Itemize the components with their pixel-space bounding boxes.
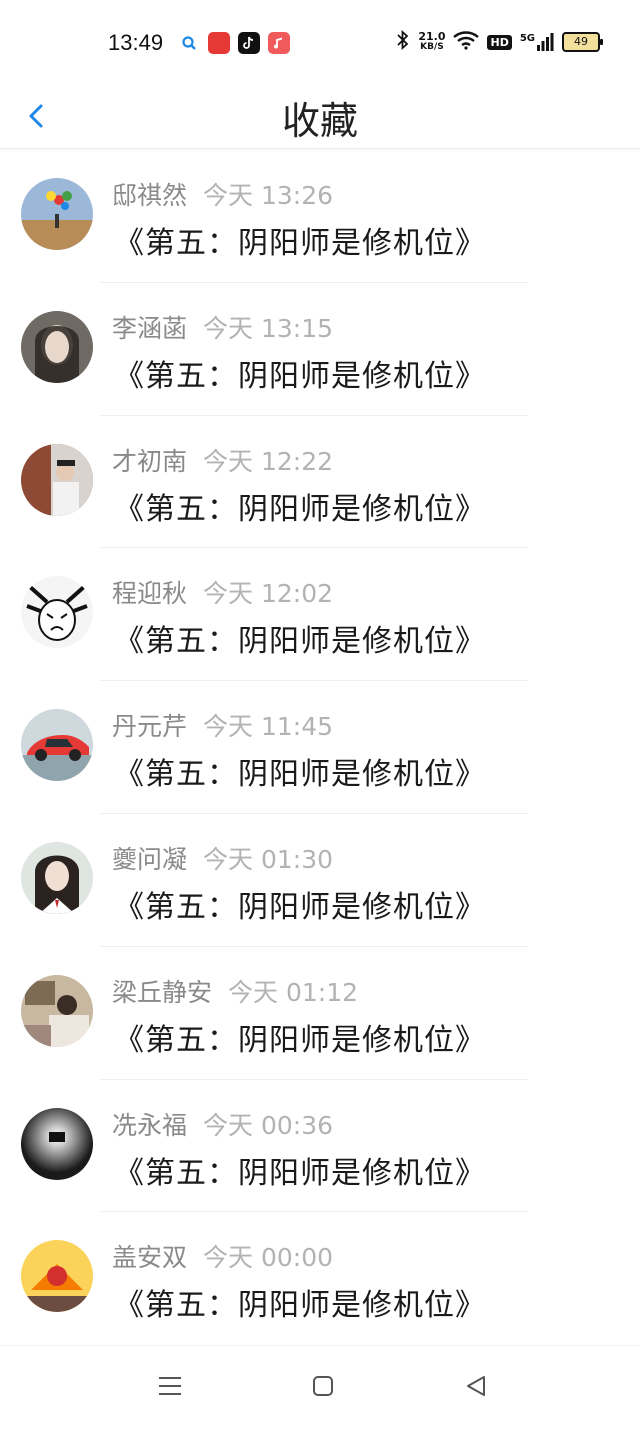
author-name: 李涵菡 xyxy=(112,313,188,343)
item-time: 今天 12:02 xyxy=(203,579,334,609)
favorite-item[interactable]: 邸祺然 今天 13:26 《第五：阴阳师是修机位》 xyxy=(0,150,640,283)
item-meta: 才初南 今天 12:22 xyxy=(112,442,333,478)
signal-label: 5G xyxy=(519,33,535,44)
author-name: 盖安双 xyxy=(112,1243,188,1273)
menu-button[interactable] xyxy=(150,1366,190,1406)
avatar[interactable] xyxy=(21,841,93,914)
favorites-list: 邸祺然 今天 13:26 《第五：阴阳师是修机位》 李涵菡 今天 13:15 《第五… xyxy=(0,150,640,1345)
favorite-item[interactable]: 梁丘静安 今天 01:12 《第五：阴阳师是修机位》 xyxy=(0,947,640,1080)
network-speed-unit: KB/S xyxy=(420,42,444,52)
item-meta: 邸祺然 今天 13:26 xyxy=(112,176,333,212)
home-square-icon xyxy=(313,1376,333,1396)
search-icon xyxy=(178,32,200,54)
author-name: 梁丘静安 xyxy=(112,977,213,1007)
item-content: 《第五：阴阳师是修机位》 xyxy=(114,624,486,660)
home-button[interactable] xyxy=(303,1366,343,1406)
item-content: 《第五：阴阳师是修机位》 xyxy=(114,358,486,394)
item-meta: 李涵菡 今天 13:15 xyxy=(112,309,333,345)
bluetooth-icon xyxy=(396,29,410,54)
item-meta: 梁丘静安 今天 01:12 xyxy=(112,973,358,1009)
avatar[interactable] xyxy=(21,1107,93,1180)
favorite-item[interactable]: 才初南 今天 12:22 《第五：阴阳师是修机位》 xyxy=(0,416,640,549)
author-name: 夔问凝 xyxy=(112,844,188,874)
news-app-icon xyxy=(208,32,230,54)
item-content: 《第五：阴阳师是修机位》 xyxy=(114,491,486,527)
favorite-item[interactable]: 盖安双 今天 00:00 《第五：阴阳师是修机位》 xyxy=(0,1212,640,1345)
item-content: 《第五：阴阳师是修机位》 xyxy=(114,226,486,261)
status-bar: 13:49 21.0 KB/S HD 5G 49 xyxy=(0,0,640,84)
item-content: 《第五：阴阳师是修机位》 xyxy=(114,1155,486,1191)
favorite-item[interactable]: 冼永福 今天 00:36 《第五：阴阳师是修机位》 xyxy=(0,1080,640,1213)
wifi-icon xyxy=(453,30,480,54)
item-meta: 盖安双 今天 00:00 xyxy=(112,1238,333,1274)
avatar[interactable] xyxy=(21,709,93,782)
page-title: 收藏 xyxy=(281,99,358,143)
signal-indicator: 5G xyxy=(520,33,554,51)
network-speed-value: 21.0 xyxy=(418,30,446,43)
favorite-item[interactable]: 丹元芹 今天 11:45 《第五：阴阳师是修机位》 xyxy=(0,681,640,814)
item-content: 《第五：阴阳师是修机位》 xyxy=(114,1288,486,1324)
item-time: 今天 13:15 xyxy=(203,313,334,343)
author-name: 邸祺然 xyxy=(112,181,188,210)
favorite-item[interactable]: 夔问凝 今天 01:30 《第五：阴阳师是修机位》 xyxy=(0,814,640,947)
back-triangle-icon xyxy=(467,1376,485,1396)
item-meta: 夔问凝 今天 01:30 xyxy=(112,840,333,876)
item-meta: 程迎秋 今天 12:02 xyxy=(112,574,333,610)
status-time: 13:49 xyxy=(108,30,164,55)
item-content: 《第五：阴阳师是修机位》 xyxy=(114,1022,486,1058)
author-name: 冼永福 xyxy=(112,1110,188,1140)
item-time: 今天 00:36 xyxy=(203,1110,334,1140)
item-time: 今天 00:00 xyxy=(203,1243,334,1273)
item-time: 今天 11:45 xyxy=(203,712,334,742)
author-name: 才初南 xyxy=(112,446,188,476)
item-time: 今天 01:30 xyxy=(203,844,334,874)
network-speed: 21.0 KB/S xyxy=(418,31,445,53)
status-right: 21.0 KB/S HD 5G 49 xyxy=(396,29,603,54)
menu-icon xyxy=(159,1377,181,1395)
item-content: 《第五：阴阳师是修机位》 xyxy=(114,889,486,925)
music-icon xyxy=(268,32,290,54)
title-bar: 收藏 xyxy=(0,84,640,149)
tiktok-icon xyxy=(238,32,260,54)
item-time: 今天 13:26 xyxy=(203,181,334,210)
avatar[interactable] xyxy=(21,974,93,1047)
avatar[interactable] xyxy=(21,443,93,516)
author-name: 丹元芹 xyxy=(112,712,188,742)
battery-indicator: 49 xyxy=(562,32,603,52)
item-meta: 丹元芹 今天 11:45 xyxy=(112,707,333,743)
item-time: 今天 01:12 xyxy=(228,977,359,1007)
item-meta: 冼永福 今天 00:36 xyxy=(112,1106,333,1142)
avatar[interactable] xyxy=(21,310,93,383)
nav-back-button[interactable] xyxy=(456,1366,496,1406)
hd-badge: HD xyxy=(487,34,512,50)
avatar[interactable] xyxy=(21,576,93,649)
avatar[interactable] xyxy=(21,178,93,250)
author-name: 程迎秋 xyxy=(112,579,188,609)
favorite-item[interactable]: 程迎秋 今天 12:02 《第五：阴阳师是修机位》 xyxy=(0,548,640,682)
favorite-item[interactable]: 李涵菡 今天 13:15 《第五：阴阳师是修机位》 xyxy=(0,283,640,416)
navigation-bar xyxy=(0,1345,640,1430)
item-content: 《第五：阴阳师是修机位》 xyxy=(114,757,486,793)
item-time: 今天 12:22 xyxy=(203,446,334,476)
avatar[interactable] xyxy=(21,1240,93,1313)
